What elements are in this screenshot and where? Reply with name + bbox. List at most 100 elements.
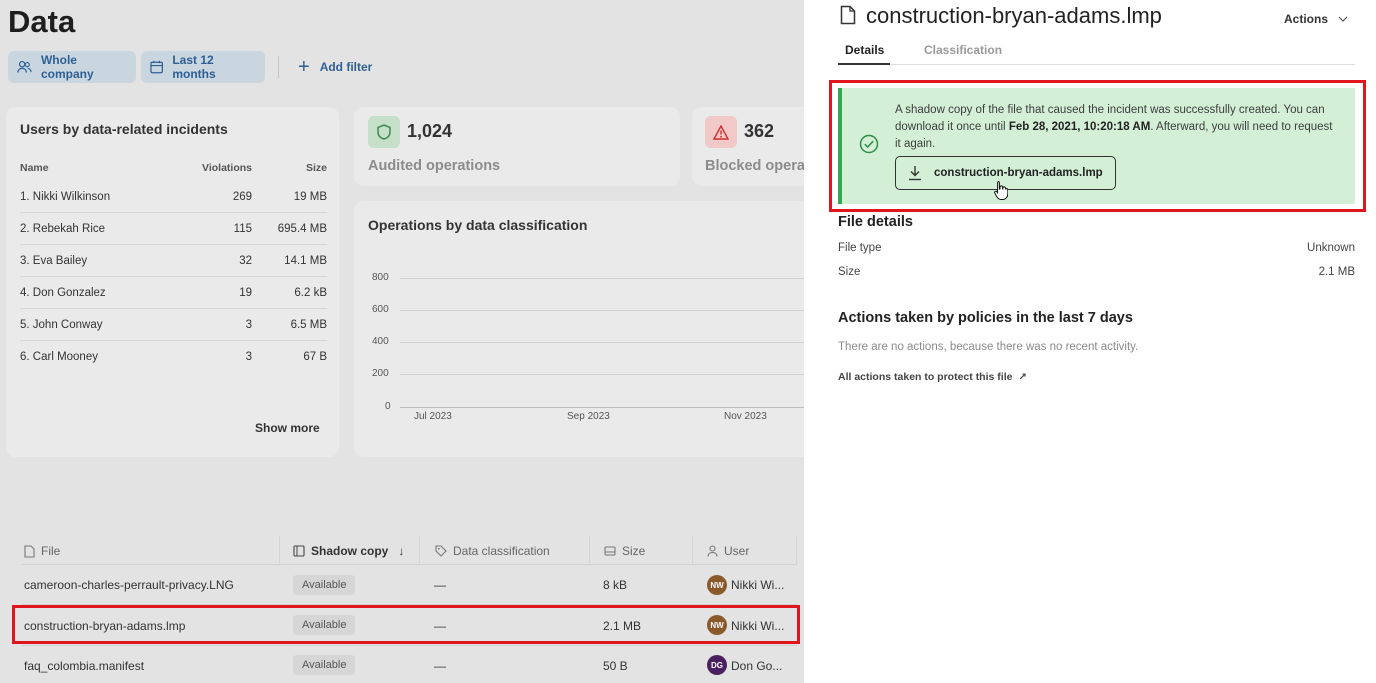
x-tick-label: Nov 2023: [724, 411, 767, 422]
users-table: Name Violations Size 1. Nikki Wilkinson 2…: [20, 155, 327, 373]
active-tab-indicator: [838, 63, 890, 65]
x-axis-line: [400, 407, 804, 408]
table-row[interactable]: 5. John Conway 3 6.5 MB: [20, 309, 327, 341]
user-size: 19 MB: [293, 190, 327, 203]
add-filter-button[interactable]: + Add filter: [298, 51, 372, 83]
col-file[interactable]: File: [24, 538, 60, 564]
col-shadow-copy-label: Shadow copy: [311, 544, 389, 558]
row-divider: [22, 645, 797, 646]
period-filter-chip[interactable]: Last 12 months: [141, 51, 265, 83]
file-size: 50 B: [603, 659, 628, 673]
user-size: 14.1 MB: [284, 254, 327, 267]
user-name: 3. Eva Bailey: [20, 254, 88, 267]
audited-card: [354, 107, 680, 186]
user-size: 6.5 MB: [290, 318, 327, 331]
user-violations: 32: [239, 254, 252, 267]
user-size: 6.2 kB: [294, 286, 327, 299]
chevron-down-icon: [1338, 16, 1348, 22]
col-size: Size: [305, 162, 327, 174]
data-page: Data Whole company Last 12 months + Add …: [0, 0, 804, 683]
col-file-label: File: [41, 544, 61, 558]
blocked-value: 362: [744, 121, 775, 141]
audited-value: 1,024: [407, 121, 453, 141]
column-separator: [796, 536, 797, 564]
user-name: 6. Carl Mooney: [20, 351, 98, 363]
sort-down-icon[interactable]: ↓: [398, 544, 404, 558]
tab-classification[interactable]: Classification: [924, 43, 1002, 57]
user-name: Nikki Wi...: [731, 578, 785, 592]
actions-menu-button[interactable]: Actions: [1284, 12, 1348, 26]
row-divider: [22, 564, 797, 565]
company-filter-label: Whole company: [40, 53, 94, 81]
all-actions-link[interactable]: All actions taken to protect this file ↗: [838, 371, 1027, 383]
shield-icon: [368, 116, 400, 148]
column-separator: [589, 536, 590, 564]
external-link-icon: ↗: [1018, 371, 1027, 383]
show-more-button[interactable]: Show more: [255, 421, 320, 435]
y-tick-label: 400: [372, 336, 389, 347]
y-tick-label: 600: [372, 304, 389, 315]
actions-label: Actions: [1284, 12, 1329, 26]
user-icon: [707, 545, 718, 557]
col-size[interactable]: Size: [604, 538, 645, 564]
user-size: 67 B: [303, 351, 327, 363]
hand-cursor-icon: [994, 180, 1009, 205]
status-badge: Available: [293, 575, 356, 595]
file-type-label: File type: [838, 242, 882, 254]
user-name: 2. Rebekah Rice: [20, 222, 106, 235]
col-size-label: Size: [622, 544, 646, 558]
user-name: 1. Nikki Wilkinson: [20, 190, 111, 203]
file-icon: [840, 5, 856, 30]
grid-line: [400, 278, 804, 279]
y-tick-label: 0: [385, 401, 391, 412]
period-filter-label: Last 12 months: [172, 53, 216, 81]
table-row[interactable]: 3. Eva Bailey 32 14.1 MB: [20, 245, 327, 277]
table-row[interactable]: 1. Nikki Wilkinson 269 19 MB: [20, 181, 327, 213]
col-violations: Violations: [202, 162, 252, 174]
file-icon: [24, 544, 35, 558]
file-name[interactable]: faq_colombia.manifest: [24, 659, 144, 673]
file-details-title: File details: [838, 214, 913, 230]
column-separator: [279, 536, 280, 564]
col-shadow-copy[interactable]: Shadow copy ↓: [293, 538, 404, 564]
user-name: 5. John Conway: [20, 318, 103, 331]
table-row[interactable]: 2. Rebekah Rice 115 695.4 MB: [20, 213, 327, 245]
tab-details[interactable]: Details: [845, 43, 884, 57]
user-violations: 3: [245, 351, 252, 363]
warning-icon: [705, 116, 737, 148]
panel-title: construction-bryan-adams.lmp: [866, 3, 1162, 28]
users-icon: [17, 60, 32, 73]
highlight-box: [829, 80, 1366, 212]
table-row[interactable]: 6. Carl Mooney 3 67 B: [20, 341, 327, 373]
copy-icon: [293, 545, 305, 557]
user-violations: 115: [233, 222, 252, 235]
table-row[interactable]: 4. Don Gonzalez 19 6.2 kB: [20, 277, 327, 309]
file-size-label: Size: [838, 266, 861, 278]
column-separator: [419, 536, 420, 564]
col-user[interactable]: User: [707, 538, 749, 564]
plus-icon: +: [298, 56, 310, 78]
status-badge: Available: [293, 655, 356, 675]
tabs-divider: [838, 64, 1355, 65]
col-name: Name: [20, 162, 49, 174]
user-violations: 3: [245, 318, 252, 331]
users-card-title: Users by data-related incidents: [20, 121, 228, 137]
column-separator: [692, 536, 693, 564]
y-tick-label: 200: [372, 368, 389, 379]
col-data-classification[interactable]: Data classification: [435, 538, 550, 564]
user-violations: 19: [239, 286, 252, 299]
col-data-classification-label: Data classification: [453, 544, 550, 558]
file-name[interactable]: cameroon-charles-perrault-privacy.LNG: [24, 578, 234, 592]
company-filter-chip[interactable]: Whole company: [8, 51, 136, 83]
highlight-box: [12, 605, 800, 644]
page-title: Data: [8, 4, 76, 39]
classification-value: —: [434, 578, 446, 592]
add-filter-label: Add filter: [319, 60, 373, 74]
y-tick-label: 800: [372, 272, 389, 283]
file-details-panel: construction-bryan-adams.lmp Actions Det…: [804, 0, 1376, 683]
avatar: NW: [707, 575, 727, 595]
user-violations: 269: [232, 190, 252, 203]
users-table-header: Name Violations Size: [20, 155, 327, 181]
calendar-icon: [150, 60, 163, 74]
policies-title: Actions taken by policies in the last 7 …: [838, 310, 1133, 326]
